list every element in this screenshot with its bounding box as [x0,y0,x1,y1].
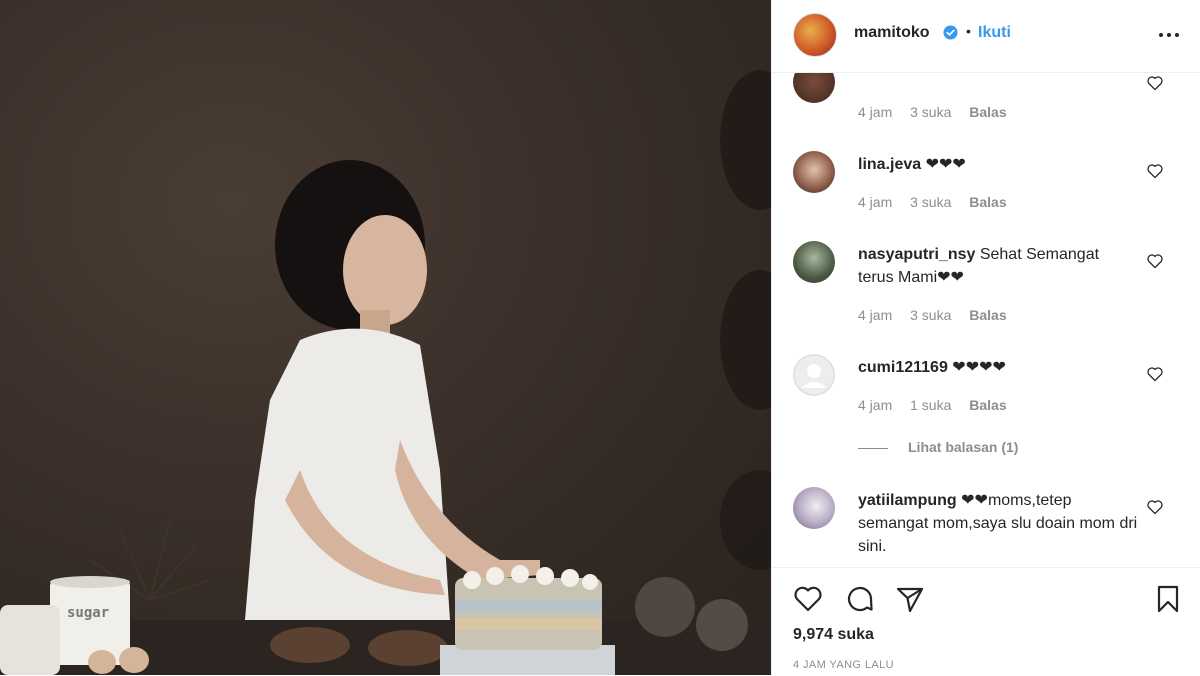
comment-likes[interactable]: 3 suka [910,307,951,323]
post-actions-bar: 9,974 suka 4 JAM YANG LALU [772,567,1200,676]
comment-time[interactable]: 4 jam [858,194,892,210]
post-timestamp[interactable]: 4 JAM YANG LALU [793,659,894,671]
comment-time[interactable]: 4 jam [858,397,892,413]
commenter-username[interactable]: lina.jeva [858,156,921,173]
commenter-avatar[interactable] [793,354,835,396]
post-photo[interactable]: sugar [0,0,771,675]
comment-body: ❤❤❤ [921,156,966,173]
comment-meta: 4 jam 3 suka Balas [858,194,1021,210]
reply-button[interactable]: Balas [969,104,1006,120]
separator-dot: • [966,23,971,39]
default-avatar-icon [793,354,835,396]
comment-like-heart-icon[interactable] [1146,499,1164,515]
reply-button[interactable]: Balas [969,194,1006,210]
commenter-username[interactable]: nasyaputri_nsy [858,246,975,263]
heart-icon[interactable] [792,583,824,615]
comment-text: yatiilampung ❤❤moms,tetep semangat mom,s… [858,489,1138,558]
view-replies-label: Lihat balasan (1) [908,439,1019,455]
comments-list[interactable]: 4 jam 3 suka Balas lina.jeva ❤❤❤ 4 jam 3… [772,73,1200,567]
comment-text: lina.jeva ❤❤❤ [858,153,1138,176]
reply-button[interactable]: Balas [969,307,1006,323]
reply-button[interactable]: Balas [969,397,1006,413]
sugar-label: sugar [67,605,110,621]
likes-count[interactable]: 9,974 suka [793,626,874,644]
verified-badge-icon [943,25,958,40]
commenter-username[interactable]: yatiilampung [858,492,957,509]
comment-icon[interactable] [844,583,876,615]
commenter-avatar[interactable] [793,487,835,529]
commenter-avatar[interactable] [793,73,835,103]
view-replies-button[interactable]: Lihat balasan (1) [858,439,1018,455]
comment-like-heart-icon[interactable] [1146,75,1164,91]
commenter-avatar[interactable] [793,241,835,283]
follow-button[interactable]: Ikuti [978,24,1011,42]
commenter-username[interactable]: cumi121169 [858,359,948,376]
photo-illustration [0,70,771,675]
more-options-icon[interactable] [1157,24,1181,44]
author-avatar[interactable] [793,13,837,57]
comment-meta: 4 jam 1 suka Balas [858,397,1021,413]
author-username[interactable]: mamitoko [854,24,930,42]
post-header: mamitoko • Ikuti [772,0,1200,73]
comment-text: cumi121169 ❤❤❤❤ [858,356,1138,379]
comment-likes[interactable]: 1 suka [910,397,951,413]
comment-body: ❤❤❤❤ [947,359,1006,376]
comment-meta: 4 jam 3 suka Balas [858,307,1021,323]
comment-likes[interactable]: 3 suka [910,104,951,120]
comment-meta: 4 jam 3 suka Balas [858,104,1021,120]
comment-time[interactable]: 4 jam [858,104,892,120]
comment-likes[interactable]: 3 suka [910,194,951,210]
bookmark-icon[interactable] [1152,583,1184,615]
post-side-panel: mamitoko • Ikuti 4 jam 3 suka Balas lina… [771,0,1200,675]
view-replies-line [858,447,888,449]
comment-like-heart-icon[interactable] [1146,253,1164,269]
share-icon[interactable] [894,583,926,615]
comment-text: nasyaputri_nsy Sehat Semangat terus Mami… [858,243,1138,289]
comment-like-heart-icon[interactable] [1146,163,1164,179]
comment-like-heart-icon[interactable] [1146,366,1164,382]
commenter-avatar[interactable] [793,151,835,193]
comment-time[interactable]: 4 jam [858,307,892,323]
